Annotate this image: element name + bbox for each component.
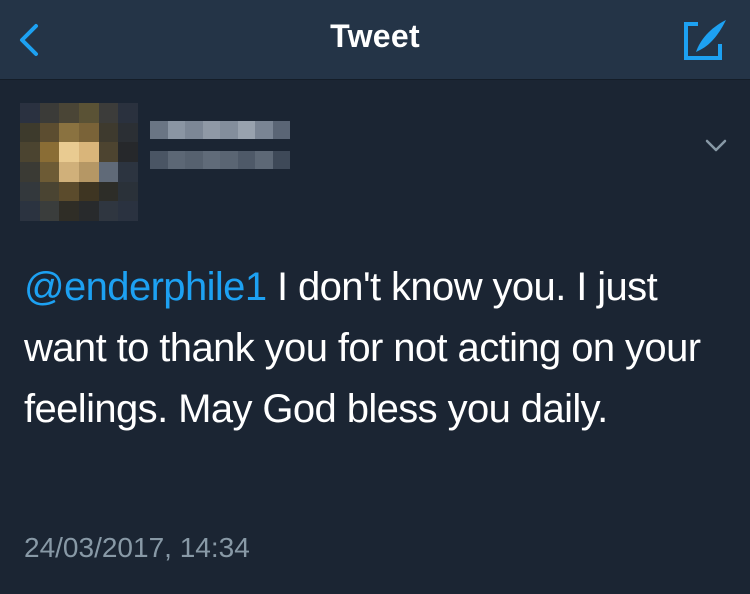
avatar[interactable]	[20, 103, 138, 221]
mention-link[interactable]: @enderphile1	[24, 265, 267, 309]
top-navigation-bar: Tweet	[0, 0, 750, 80]
author-name-block[interactable]	[150, 121, 290, 195]
tweet-detail: @enderphile1 I don't know you. I just wa…	[0, 81, 750, 594]
chevron-down-icon[interactable]	[704, 137, 728, 155]
display-name	[150, 121, 290, 139]
tweet-text: @enderphile1 I don't know you. I just wa…	[24, 257, 714, 440]
tweet-timestamp: 24/03/2017, 14:34	[24, 532, 250, 563]
compose-tweet-icon[interactable]	[682, 18, 728, 62]
page-title: Tweet	[330, 18, 420, 54]
username	[150, 151, 290, 169]
